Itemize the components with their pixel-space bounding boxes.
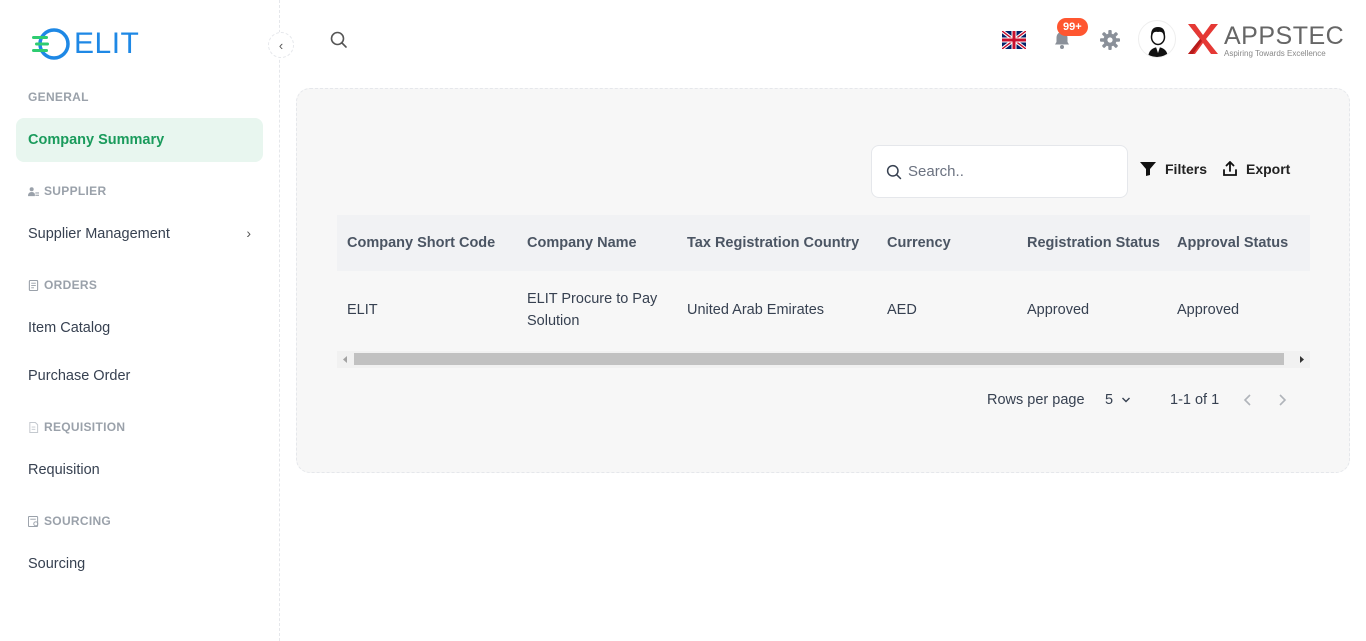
sidebar-item-label: Requisition xyxy=(28,462,100,478)
user-avatar[interactable] xyxy=(1138,20,1176,58)
section-supplier: SUPPLIER xyxy=(28,184,106,198)
notification-badge: 99+ xyxy=(1057,18,1088,36)
cell-tax-country: United Arab Emirates xyxy=(687,302,825,318)
horizontal-scrollbar[interactable] xyxy=(337,351,1310,368)
section-general-label: GENERAL xyxy=(28,90,89,104)
sidebar-collapse-button[interactable]: ‹ xyxy=(268,32,294,58)
appstec-logo-icon xyxy=(1188,24,1218,54)
sidebar-item-label: Supplier Management xyxy=(28,226,170,242)
filter-icon xyxy=(1140,162,1156,176)
scroll-right-icon[interactable] xyxy=(1297,351,1307,368)
sidebar-item-sourcing[interactable]: Sourcing xyxy=(16,542,263,586)
table-search-box[interactable] xyxy=(871,145,1128,198)
column-header-registration-status[interactable]: Registration Status xyxy=(1027,235,1160,251)
search-input[interactable] xyxy=(908,163,1108,180)
uk-flag-icon[interactable] xyxy=(1002,31,1026,49)
column-header-approval-status[interactable]: Approval Status xyxy=(1177,235,1288,251)
company-summary-card: Filters Export Company Short Code Compan… xyxy=(296,88,1350,473)
section-orders: ORDERS xyxy=(28,278,97,292)
filters-button[interactable]: Filters xyxy=(1139,161,1207,177)
sidebar-item-requisition[interactable]: Requisition xyxy=(16,448,263,492)
previous-page-button[interactable] xyxy=(1241,391,1255,409)
pagination-range: 1-1 of 1 xyxy=(1170,392,1220,408)
elit-logo[interactable]: ELIT xyxy=(32,24,139,64)
cell-company-name-line1: ELIT Procure to Pay xyxy=(527,291,658,307)
gear-icon[interactable] xyxy=(1099,29,1121,51)
sidebar-item-company-summary[interactable]: Company Summary xyxy=(16,118,263,162)
cell-short-code: ELIT xyxy=(347,302,378,318)
table-row[interactable]: ELIT ELIT Procure to Pay Solution United… xyxy=(337,279,1310,341)
sidebar-item-label: Sourcing xyxy=(28,556,86,572)
supplier-icon xyxy=(28,186,39,196)
section-requisition-label: REQUISITION xyxy=(44,420,126,434)
requisition-icon xyxy=(29,421,39,433)
cell-company-name-line2: Solution xyxy=(527,313,580,329)
sidebar-item-item-catalog[interactable]: Item Catalog xyxy=(16,306,263,350)
scroll-left-icon[interactable] xyxy=(340,351,350,368)
sourcing-icon xyxy=(28,515,39,527)
column-header-short-code[interactable]: Company Short Code xyxy=(347,235,495,251)
section-requisition: REQUISITION xyxy=(28,420,125,434)
rows-per-page-value: 5 xyxy=(1105,392,1114,408)
cell-currency: AED xyxy=(887,302,917,318)
brand-name: APPSTEC xyxy=(1224,22,1345,50)
sidebar: ELIT GENERAL Company Summary SUPPLIER Su… xyxy=(0,0,280,641)
brand-tagline: Aspiring Towards Excellence xyxy=(1224,49,1326,58)
sidebar-item-label: Item Catalog xyxy=(28,320,111,336)
chevron-down-icon xyxy=(1122,397,1131,403)
logo-text: ELIT xyxy=(74,27,140,60)
section-sourcing: SOURCING xyxy=(28,514,111,528)
section-supplier-label: SUPPLIER xyxy=(44,184,107,198)
sidebar-item-purchase-order[interactable]: Purchase Order xyxy=(16,354,263,398)
next-page-button[interactable] xyxy=(1275,391,1289,409)
user-avatar-icon xyxy=(1148,27,1168,57)
table-header: Company Short Code Company Name Tax Regi… xyxy=(337,215,1310,271)
sidebar-item-label: Company Summary xyxy=(28,132,165,148)
rows-per-page-label: Rows per page xyxy=(987,392,1085,408)
elit-logo-icon xyxy=(32,28,70,60)
chevron-left-icon: ‹ xyxy=(278,37,284,53)
search-icon[interactable] xyxy=(330,31,348,49)
chevron-left-icon xyxy=(1243,394,1251,406)
cell-approval-status: Approved xyxy=(1177,302,1240,318)
sidebar-item-label: Purchase Order xyxy=(28,368,131,384)
export-icon xyxy=(1223,161,1237,176)
column-header-tax-country[interactable]: Tax Registration Country xyxy=(687,235,859,251)
export-label: Export xyxy=(1246,161,1291,177)
search-icon xyxy=(886,164,902,179)
chevron-right-icon: › xyxy=(246,225,251,241)
section-general: GENERAL xyxy=(28,90,89,104)
export-button[interactable]: Export xyxy=(1222,161,1290,177)
column-header-currency[interactable]: Currency xyxy=(887,235,951,251)
section-orders-label: ORDERS xyxy=(44,278,98,292)
column-header-company-name[interactable]: Company Name xyxy=(527,235,637,251)
filters-label: Filters xyxy=(1165,161,1208,177)
chevron-right-icon xyxy=(1279,394,1287,406)
orders-icon xyxy=(28,279,39,291)
rows-per-page-select[interactable]: 5 xyxy=(1105,392,1131,408)
scrollbar-thumb[interactable] xyxy=(354,353,1284,365)
section-sourcing-label: SOURCING xyxy=(44,514,112,528)
cell-registration-status: Approved xyxy=(1027,302,1090,318)
sidebar-item-supplier-management[interactable]: Supplier Management › xyxy=(16,212,263,256)
cell-company-name: ELIT Procure to Pay Solution xyxy=(527,288,657,332)
appstec-brand: APPSTEC Aspiring Towards Excellence xyxy=(1186,22,1344,58)
